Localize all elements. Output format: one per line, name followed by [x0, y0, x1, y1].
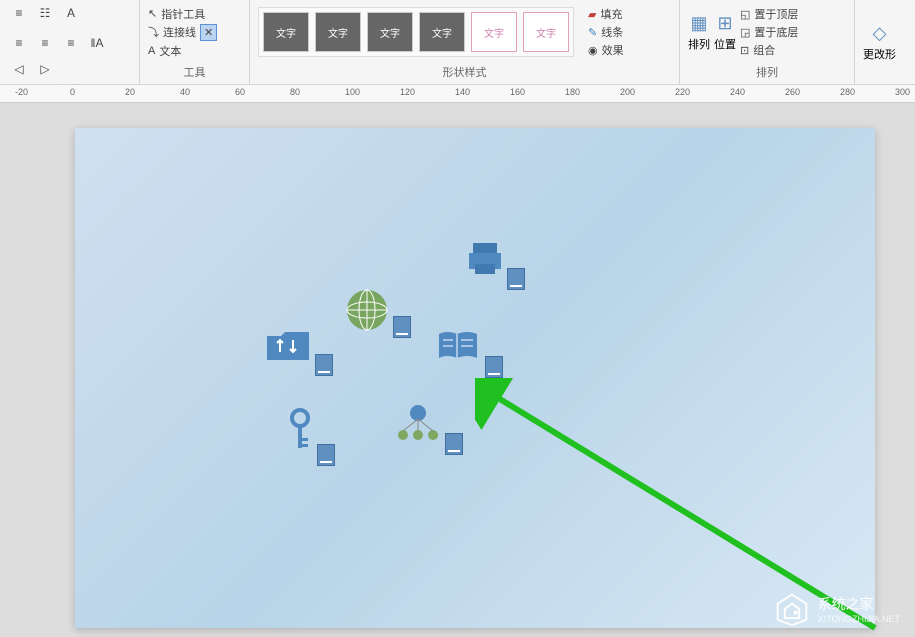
printer-shape[interactable]	[465, 238, 505, 283]
style-item-2[interactable]: 文字	[315, 12, 361, 52]
back-icon: ◲	[740, 26, 750, 39]
effect-icon: ◉	[588, 44, 598, 57]
effect-btn[interactable]: ◉ 效果	[588, 42, 624, 58]
shape-tag	[507, 268, 525, 290]
change-shape-group: ◇ 更改形	[855, 0, 915, 84]
pointer-tool-btn[interactable]: ↖ 指针工具	[148, 6, 217, 22]
front-icon: ◱	[740, 8, 750, 21]
ruler-mark: 240	[730, 87, 745, 97]
bullet-list-btn[interactable]: ≡	[8, 2, 30, 24]
shape-tag	[393, 316, 411, 338]
book-shape[interactable]	[435, 328, 481, 369]
watermark: 系统之家 XITONGZHIJIA.NET	[774, 591, 900, 627]
shape-styles-group: 文字 文字 文字 文字 文字 文字 ▰ 填充 ✎ 线条 ◉ 效果	[250, 0, 680, 84]
ruler-mark: 120	[400, 87, 415, 97]
text-icon: A	[148, 45, 155, 57]
horizontal-ruler: -20 0 20 40 60 80 100 120 140 160 180 20…	[0, 85, 915, 103]
arrange-group: ▦ 排列 ⊞ 位置 ◱ 置于顶层 ◲ 置于底层 ⊡ 组合	[680, 0, 855, 84]
shape-tag	[485, 356, 503, 378]
fill-btn[interactable]: ▰ 填充	[588, 6, 624, 22]
shape-tag	[315, 354, 333, 376]
folder-icon	[265, 328, 311, 364]
ruler-mark: 0	[70, 87, 75, 97]
align-right-btn[interactable]: ≡	[60, 32, 82, 54]
folder-shape[interactable]	[265, 328, 311, 369]
network-shape[interactable]	[395, 403, 441, 448]
style-item-4[interactable]: 文字	[419, 12, 465, 52]
style-item-5[interactable]: 文字	[471, 12, 517, 52]
printer-icon	[465, 238, 505, 278]
watermark-url: XITONGZHIJIA.NET	[818, 614, 900, 624]
align-left-btn[interactable]: ≡	[8, 32, 30, 54]
globe-icon	[345, 288, 389, 332]
watermark-logo-icon	[774, 591, 810, 627]
ruler-mark: 200	[620, 87, 635, 97]
watermark-title: 系统之家	[818, 594, 900, 614]
line-icon: ✎	[588, 26, 597, 39]
tools-title: 工具	[148, 62, 241, 82]
key-icon	[285, 408, 315, 452]
arrange-icon: ▦	[690, 13, 707, 34]
position-icon: ⊞	[717, 13, 732, 34]
send-back-btn[interactable]: ◲ 置于底层	[740, 24, 798, 40]
x-icon: ✕	[200, 24, 217, 41]
arrange-btn[interactable]: 排列	[688, 36, 710, 52]
bring-front-btn[interactable]: ◱ 置于顶层	[740, 6, 798, 22]
group-icon: ⊡	[740, 44, 749, 57]
pointer-icon: ↖	[148, 7, 157, 20]
indent-left-btn[interactable]: ◁	[8, 58, 30, 80]
ruler-mark: 100	[345, 87, 360, 97]
ruler-mark: 280	[840, 87, 855, 97]
ruler-mark: 220	[675, 87, 690, 97]
ruler-mark: 300	[895, 87, 910, 97]
number-list-btn[interactable]: ☷	[34, 2, 56, 24]
line-btn[interactable]: ✎ 线条	[588, 24, 624, 40]
ruler-mark: 40	[180, 87, 190, 97]
ruler-mark: 180	[565, 87, 580, 97]
style-gallery[interactable]: 文字 文字 文字 文字 文字 文字	[258, 7, 574, 57]
shape-tag	[317, 444, 335, 466]
paragraph-group: ≡ ☷ A ≡ ≡ ≡ ‖A ◁ ▷ 段落	[0, 0, 140, 84]
shape-tag	[445, 433, 463, 455]
network-icon	[395, 403, 441, 443]
shape-styles-title: 形状样式	[258, 62, 671, 82]
arrange-title: 排列	[688, 62, 846, 82]
connector-tool-btn[interactable]: ⤵ 连接线 ✕	[148, 24, 217, 41]
key-shape[interactable]	[285, 408, 315, 457]
change-shape-btn[interactable]: 更改形	[863, 46, 896, 62]
position-btn[interactable]: 位置	[714, 36, 736, 52]
ruler-mark: 20	[125, 87, 135, 97]
change-shape-icon: ◇	[873, 23, 887, 44]
indent-right-btn[interactable]: ▷	[34, 58, 56, 80]
ruler-mark: 260	[785, 87, 800, 97]
globe-shape[interactable]	[345, 288, 389, 337]
canvas[interactable]	[75, 128, 875, 628]
style-item-1[interactable]: 文字	[263, 12, 309, 52]
group-btn[interactable]: ⊡ 组合	[740, 42, 798, 58]
ribbon: ≡ ☷ A ≡ ≡ ≡ ‖A ◁ ▷ 段落 ↖ 指针工具 ⤵ 连接线 ✕	[0, 0, 915, 85]
tools-group: ↖ 指针工具 ⤵ 连接线 ✕ A 文本 工具	[140, 0, 250, 84]
book-icon	[435, 328, 481, 364]
text-tool-btn[interactable]: A 文本	[148, 43, 217, 59]
line-spacing-btn[interactable]: ‖A	[86, 32, 108, 54]
style-item-6[interactable]: 文字	[523, 12, 569, 52]
connector-icon: ⤵	[148, 24, 159, 40]
style-item-3[interactable]: 文字	[367, 12, 413, 52]
align-center-btn[interactable]: ≡	[34, 32, 56, 54]
ruler-mark: 140	[455, 87, 470, 97]
ruler-mark: 160	[510, 87, 525, 97]
ruler-mark: 80	[290, 87, 300, 97]
canvas-area[interactable]	[0, 103, 915, 637]
fill-icon: ▰	[588, 8, 596, 21]
ruler-mark: -20	[15, 87, 28, 97]
ruler-mark: 60	[235, 87, 245, 97]
font-btn[interactable]: A	[60, 2, 82, 24]
